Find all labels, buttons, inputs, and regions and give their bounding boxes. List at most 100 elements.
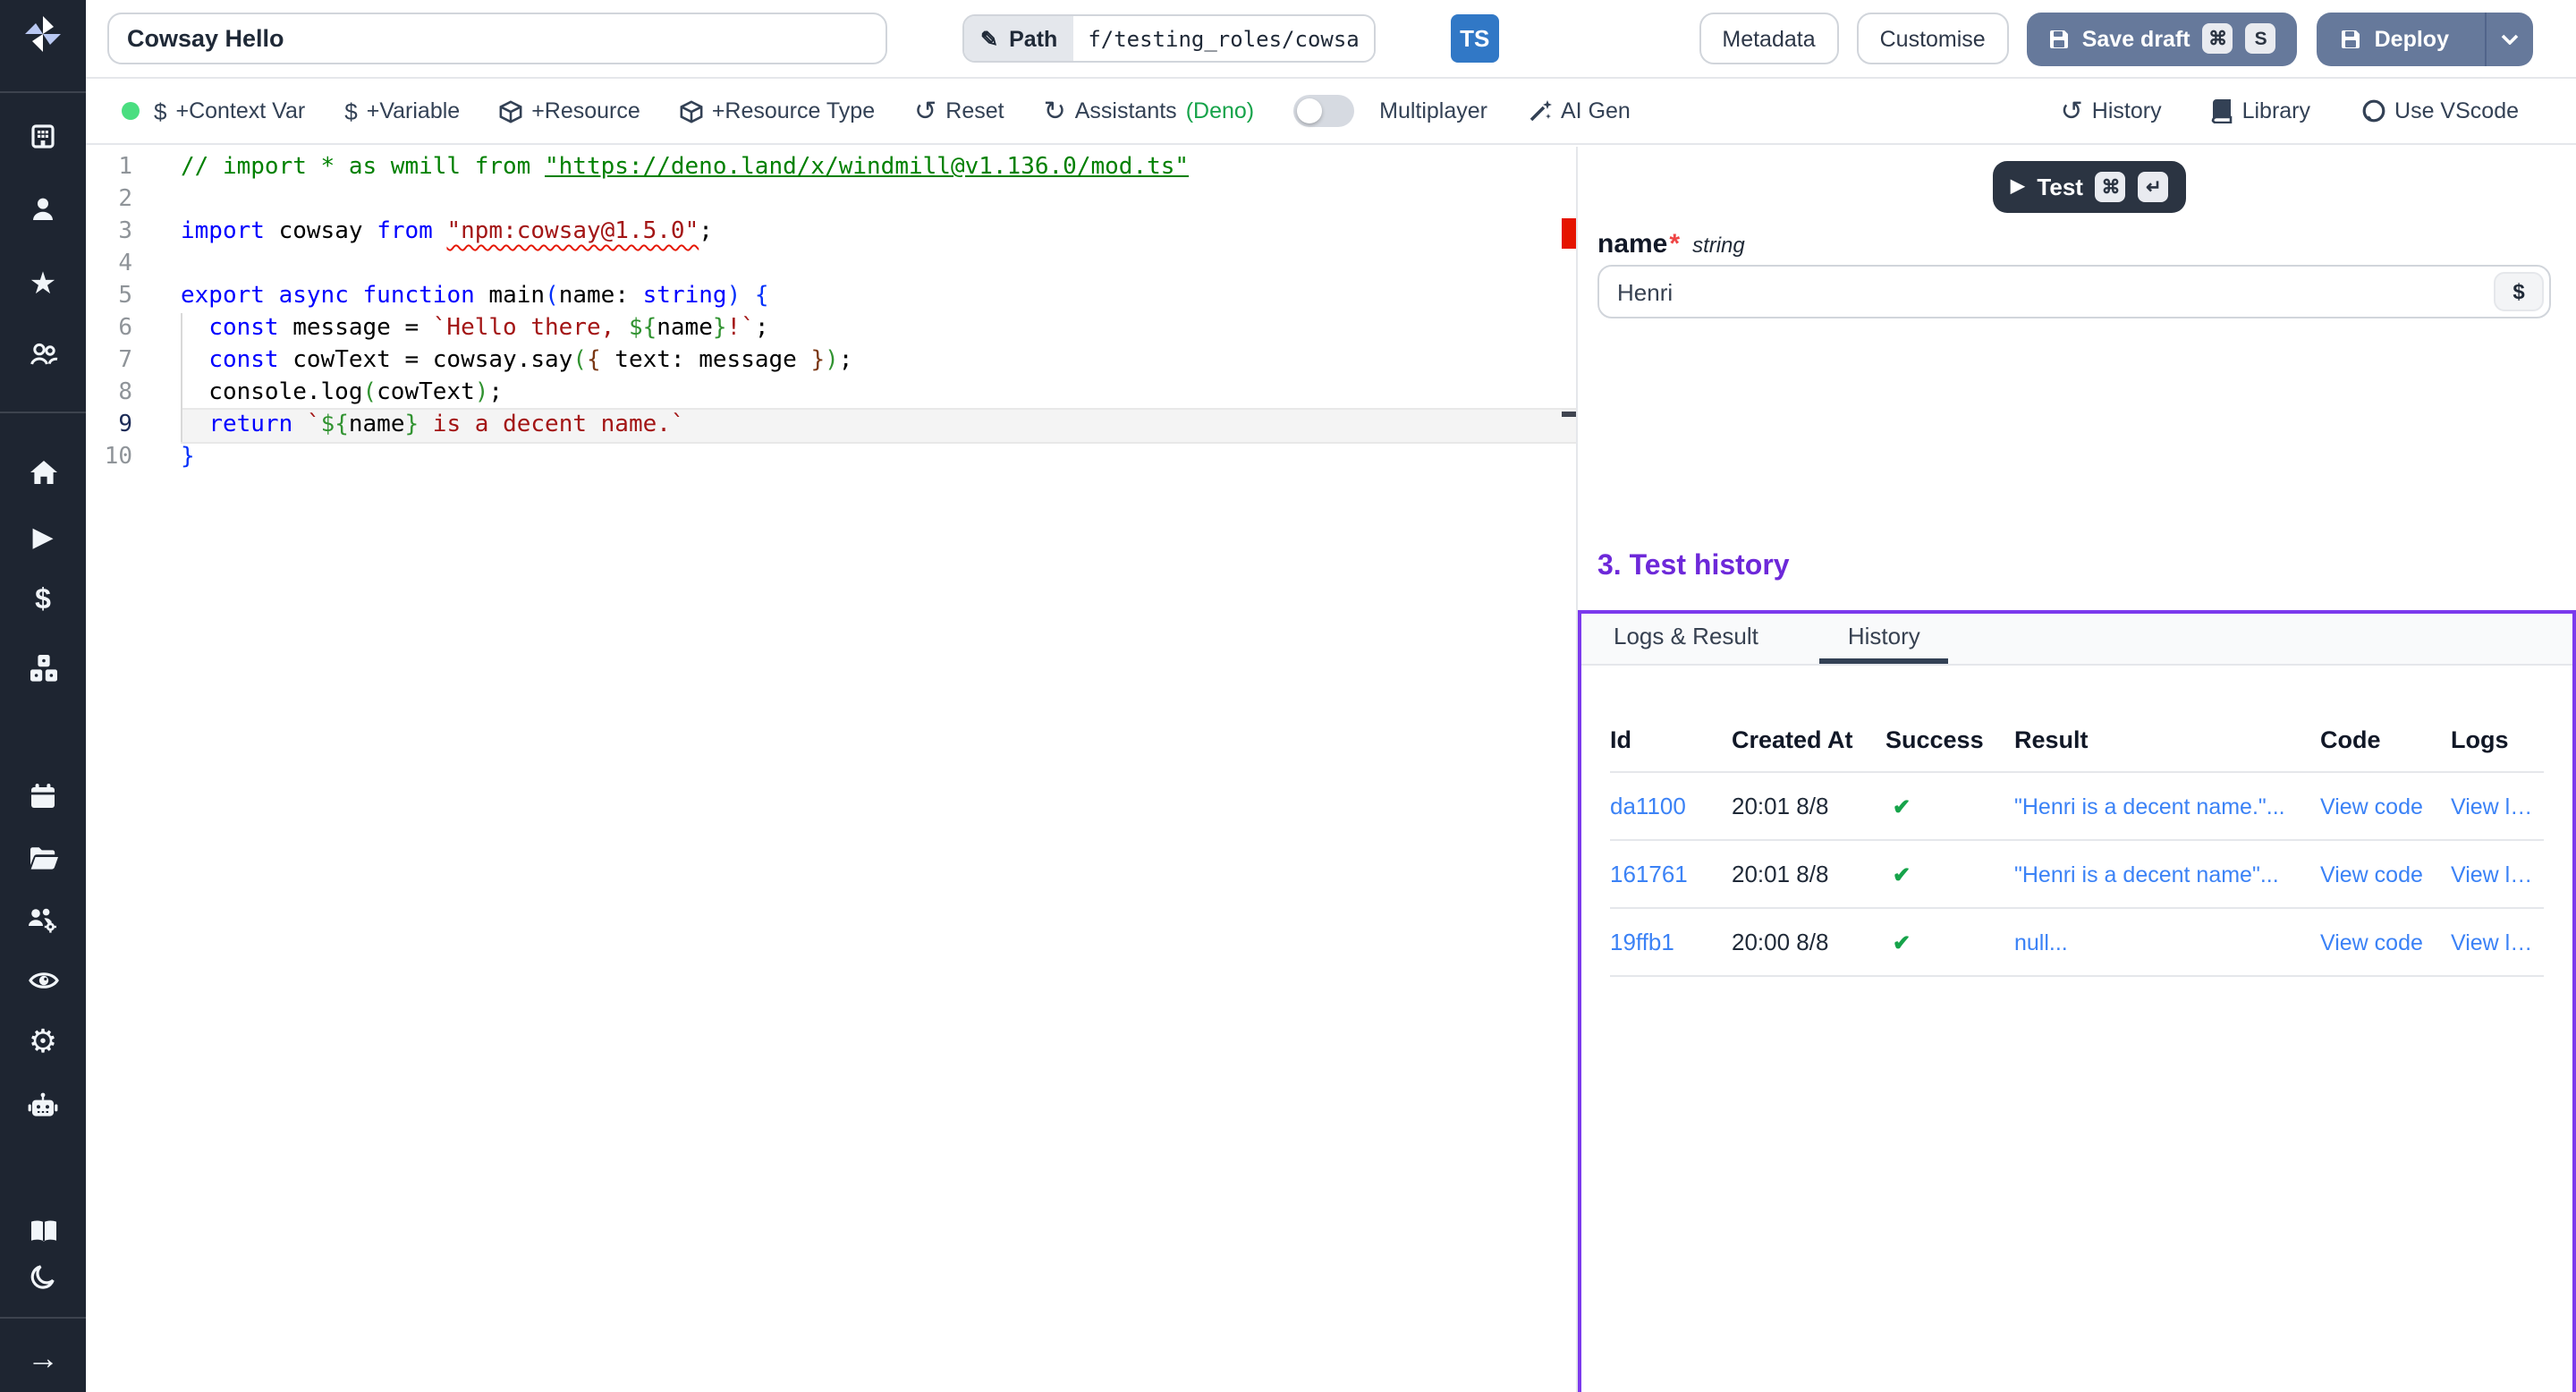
- dollar-icon: $: [35, 587, 51, 615]
- name-field[interactable]: [1597, 265, 2551, 318]
- script-title-input[interactable]: [107, 13, 887, 64]
- code-token: }: [713, 315, 727, 342]
- code-token: ${: [629, 315, 657, 342]
- code-token: cowText = cowsay.say: [279, 347, 573, 374]
- path-value[interactable]: f/testing_roles/cowsa: [1073, 16, 1373, 61]
- section-title: 3. Test history: [1597, 551, 2576, 587]
- code-line[interactable]: // import * as wmill from "https://deno.…: [181, 152, 1576, 184]
- path-button[interactable]: ✎ Path f/testing_roles/cowsa: [962, 14, 1376, 63]
- ai-gen-button[interactable]: AI Gen: [1527, 98, 1631, 123]
- code-token: `Hello there,: [433, 315, 629, 342]
- view-logs-link[interactable]: View logs: [2451, 862, 2544, 887]
- metadata-button[interactable]: Metadata: [1699, 13, 1838, 64]
- save-draft-label: Save draft: [2082, 26, 2190, 51]
- result-link[interactable]: "Henri is a decent name"...: [2014, 862, 2320, 887]
- library-button[interactable]: Library: [2212, 98, 2310, 123]
- required-mark: *: [1669, 229, 1680, 259]
- code-token: async: [279, 283, 349, 310]
- result-link[interactable]: "Henri is a decent name."...: [2014, 794, 2320, 819]
- sidebar-item-favorites[interactable]: ★: [0, 267, 86, 299]
- sidebar-item-runs[interactable]: ▶: [0, 521, 86, 553]
- run-id-link[interactable]: da1100: [1610, 793, 1732, 819]
- code-token: const: [208, 347, 278, 374]
- sidebar-item-home[interactable]: [0, 456, 86, 488]
- code-token: `: [307, 412, 321, 438]
- deploy-button[interactable]: Deploy: [2318, 12, 2533, 65]
- sidebar-item-resources[interactable]: [0, 651, 86, 683]
- history-icon: ↺: [2061, 98, 2083, 124]
- code-line[interactable]: import cowsay from "npm:cowsay@1.5.0";: [181, 216, 1576, 249]
- field-type: string: [1692, 233, 1745, 258]
- code-token: ;: [488, 379, 503, 406]
- field-name: name: [1597, 229, 1667, 259]
- sidebar-item-audit-logs[interactable]: [0, 964, 86, 997]
- editor-code[interactable]: // import * as wmill from "https://deno.…: [181, 152, 1576, 474]
- use-vscode-button[interactable]: Use VScode: [2360, 98, 2519, 123]
- variable-picker-button[interactable]: $: [2494, 272, 2544, 311]
- sidebar-item-docs[interactable]: [0, 1215, 86, 1247]
- code-token: }: [181, 444, 195, 471]
- status-dot: [122, 102, 140, 120]
- view-code-link[interactable]: View code: [2320, 794, 2451, 819]
- column-header: Success: [1885, 726, 2014, 753]
- user-icon: [29, 195, 57, 224]
- test-button[interactable]: ▶ Test ⌘ ↵: [1993, 161, 2187, 213]
- sidebar-item-workspace[interactable]: [0, 120, 86, 152]
- history-button[interactable]: ↺ History: [2061, 98, 2162, 124]
- windmill-logo[interactable]: [0, 13, 86, 55]
- history-label: History: [2092, 98, 2162, 123]
- reset-button[interactable]: ↺ Reset: [914, 98, 1004, 124]
- save-draft-button[interactable]: Save draft ⌘ S: [2027, 12, 2298, 65]
- code-token: [181, 315, 208, 342]
- sidebar-item-folders[interactable]: [0, 841, 86, 873]
- overview-ruler[interactable]: [1562, 147, 1576, 1392]
- code-line[interactable]: const message = `Hello there, ${name}!`;: [181, 313, 1576, 345]
- code-line[interactable]: [181, 184, 1576, 216]
- deploy-label: Deploy: [2375, 26, 2449, 51]
- editor-gutter: 12345678910: [86, 152, 181, 474]
- tab-history[interactable]: History: [1819, 614, 1949, 664]
- result-link[interactable]: null...: [2014, 929, 2320, 955]
- run-id-link[interactable]: 161761: [1610, 861, 1732, 887]
- sidebar-item-user[interactable]: [0, 193, 86, 225]
- view-code-link[interactable]: View code: [2320, 929, 2451, 955]
- sidebar-divider: [0, 412, 86, 413]
- add-variable-button[interactable]: $ +Variable: [344, 98, 460, 123]
- sidebar-item-schedules[interactable]: [0, 780, 86, 812]
- add-context-var-button[interactable]: $ +Context Var: [154, 98, 305, 123]
- code-line[interactable]: console.log(cowText);: [181, 378, 1576, 410]
- multiplayer-label: Multiplayer: [1379, 98, 1487, 123]
- code-line[interactable]: }: [181, 442, 1576, 474]
- language-badge[interactable]: TS: [1451, 14, 1499, 63]
- code-line[interactable]: [181, 249, 1576, 281]
- run-id-link[interactable]: 19ffb1: [1610, 929, 1732, 955]
- customise-button[interactable]: Customise: [1857, 13, 2009, 64]
- sidebar-item-workers[interactable]: [0, 1090, 86, 1122]
- code-token: function: [363, 283, 475, 310]
- add-resource-label: +Resource: [531, 98, 640, 123]
- column-header: Created At: [1732, 726, 1885, 753]
- sidebar-item-settings[interactable]: ⚙: [0, 1025, 86, 1057]
- code-token: ;: [839, 347, 853, 374]
- view-logs-link[interactable]: View logs: [2451, 794, 2544, 819]
- sidebar-item-dark-mode[interactable]: [0, 1261, 86, 1294]
- add-resource-button[interactable]: +Resource: [499, 98, 640, 123]
- multiplayer-toggle[interactable]: [1293, 95, 1354, 127]
- sidebar-expand-button[interactable]: →: [0, 1342, 86, 1374]
- view-code-link[interactable]: View code: [2320, 862, 2451, 887]
- error-marker: [1562, 218, 1576, 249]
- column-header: Result: [2014, 726, 2320, 753]
- add-resource-type-button[interactable]: +Resource Type: [680, 98, 875, 123]
- code-editor[interactable]: 12345678910 // import * as wmill from "h…: [86, 147, 1578, 1392]
- code-token: const: [208, 315, 278, 342]
- sidebar-item-members[interactable]: [0, 338, 86, 370]
- sidebar-item-groups[interactable]: [0, 904, 86, 936]
- tab-logs-result[interactable]: Logs & Result: [1610, 614, 1762, 664]
- sidebar-item-variables[interactable]: $: [0, 585, 86, 617]
- assistants-button[interactable]: ↻ Assistants (Deno): [1044, 98, 1255, 124]
- code-line[interactable]: export async function main(name: string)…: [181, 281, 1576, 313]
- code-line[interactable]: return `${name} is a decent name.`: [181, 410, 1576, 442]
- view-logs-link[interactable]: View logs: [2451, 929, 2544, 955]
- deploy-dropdown-button[interactable]: [2485, 12, 2533, 65]
- code-line[interactable]: const cowText = cowsay.say({ text: messa…: [181, 345, 1576, 378]
